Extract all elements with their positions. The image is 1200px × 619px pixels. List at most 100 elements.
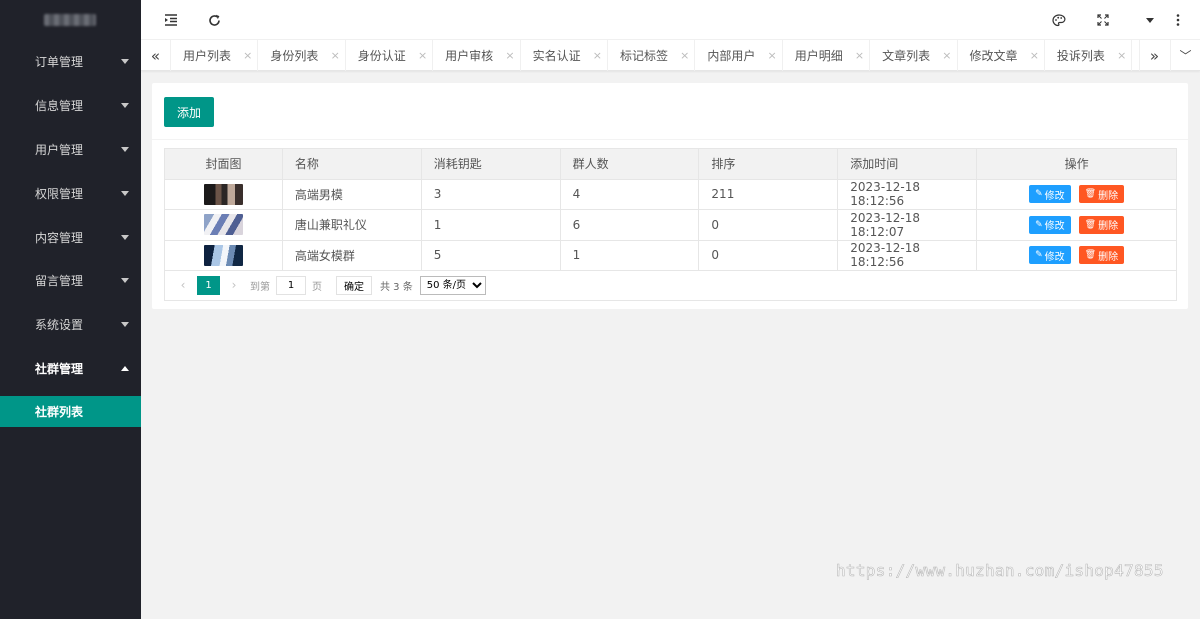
tab-bar: « 用户列表 × 身份列表 × 身份认证 × 用户审核 × 实名认证 × 标记标签 × 内部… <box>141 40 1200 71</box>
tab-label: 用户明细 <box>794 49 843 63</box>
close-icon[interactable]: × <box>942 49 951 62</box>
sidebar-item-community[interactable]: 社群管理 <box>0 347 141 391</box>
tab-next-icon[interactable]: » <box>1139 40 1169 71</box>
tab-user-list[interactable]: 用户列表 × <box>171 40 259 71</box>
cover-image[interactable] <box>203 244 243 266</box>
cover-image[interactable] <box>203 183 243 205</box>
goto-page-input[interactable] <box>276 275 306 295</box>
tab-realname-auth[interactable]: 实名认证 × <box>521 40 608 71</box>
edit-icon: ✎ <box>1035 250 1043 261</box>
tab-complaint-list[interactable]: 投诉列表 × <box>1045 40 1133 71</box>
sort-cell: 211 <box>698 178 839 210</box>
sidebar-subitem-community-list[interactable]: 社群列表 <box>0 396 141 428</box>
sort-cell: 0 <box>698 239 839 271</box>
members-cell: 6 <box>559 209 700 241</box>
keys-cell: 3 <box>420 178 561 210</box>
chevron-down-icon <box>121 278 129 284</box>
card-header: 添加 <box>152 83 1188 140</box>
column-header-actions[interactable]: 操作 <box>976 148 1177 180</box>
sidebar-subitem-label: 社群列表 <box>35 405 84 420</box>
cover-image[interactable] <box>203 214 243 236</box>
time-cell: 2023-12-18 18:12:56 <box>837 239 978 271</box>
tab-list: 用户列表 × 身份列表 × 身份认证 × 用户审核 × 实名认证 × 标记标签 × 内部用户… <box>171 40 1133 71</box>
time-cell: 2023-12-18 18:12:56 <box>837 178 978 210</box>
sidebar-item-messages[interactable]: 留言管理 <box>0 259 141 303</box>
actions-cell: ✎ 修改 🗑 删除 <box>976 209 1177 241</box>
tab-identity-auth[interactable]: 身份认证 × <box>346 40 434 71</box>
tab-article-list[interactable]: 文章列表 × <box>870 40 958 71</box>
tab-identity-list[interactable]: 身份列表 × <box>258 40 346 71</box>
chevron-down-icon <box>121 322 129 328</box>
sidebar-item-settings[interactable]: 系统设置 <box>0 303 141 347</box>
close-icon[interactable]: × <box>1030 49 1039 62</box>
close-icon[interactable]: × <box>418 49 427 62</box>
tab-internal-users[interactable]: 内部用户 × <box>695 40 783 71</box>
close-icon[interactable]: × <box>680 49 689 62</box>
sidebar-item-label: 留言管理 <box>35 274 84 289</box>
page-size-select[interactable]: 50 条/页 <box>419 275 486 295</box>
theme-icon[interactable] <box>1049 10 1069 30</box>
content-card: 添加 封面图 名称 消耗钥匙 群人数 排序 添加时间 操作 高端男模 3 4 2… <box>152 83 1188 309</box>
table-header-row: 封面图 名称 消耗钥匙 群人数 排序 添加时间 操作 <box>164 148 1177 180</box>
edit-icon: ✎ <box>1035 219 1043 230</box>
column-header-members[interactable]: 群人数 <box>559 148 700 180</box>
delete-label: 删除 <box>1098 221 1119 233</box>
edit-button[interactable]: ✎ 修改 <box>1029 246 1071 265</box>
edit-button[interactable]: ✎ 修改 <box>1029 215 1071 234</box>
actions-cell: ✎ 修改 🗑 删除 <box>976 239 1177 271</box>
menu-fold-icon[interactable] <box>161 10 181 30</box>
cover-cell <box>164 239 283 271</box>
tab-label: 文章列表 <box>882 49 931 63</box>
close-icon[interactable]: × <box>768 49 777 62</box>
refresh-icon[interactable] <box>204 10 224 30</box>
table-row: 唐山兼职礼仪 1 6 0 2023-12-18 18:12:07 ✎ 修改 🗑 删除 <box>164 209 1177 241</box>
dropdown-icon[interactable] <box>1140 10 1160 30</box>
tab-user-details[interactable]: 用户明细 × <box>783 40 871 71</box>
column-header-time[interactable]: 添加时间 <box>837 148 978 180</box>
close-icon[interactable]: × <box>505 49 514 62</box>
sidebar-item-label: 权限管理 <box>35 186 84 201</box>
add-button[interactable]: 添加 <box>164 97 214 127</box>
sidebar: 订单管理 信息管理 用户管理 权限管理 内容管理 留言管理 系统设置 社群管理 … <box>0 0 141 619</box>
fullscreen-icon[interactable] <box>1093 10 1113 30</box>
tab-tags[interactable]: 标记标签 × <box>608 40 696 71</box>
column-header-keys[interactable]: 消耗钥匙 <box>420 148 561 180</box>
column-header-name[interactable]: 名称 <box>281 148 422 180</box>
close-icon[interactable]: × <box>331 49 340 62</box>
delete-button[interactable]: 🗑 删除 <box>1078 215 1125 234</box>
column-header-sort[interactable]: 排序 <box>698 148 839 180</box>
tab-expand-icon[interactable]: ﹀ <box>1170 40 1200 71</box>
more-icon[interactable] <box>1168 10 1188 30</box>
tab-label: 实名认证 <box>532 49 581 63</box>
tab-label: 修改文章 <box>969 49 1018 63</box>
delete-button[interactable]: 🗑 删除 <box>1078 185 1125 204</box>
close-icon[interactable]: × <box>243 49 252 62</box>
close-icon[interactable]: × <box>855 49 864 62</box>
sidebar-item-info[interactable]: 信息管理 <box>0 84 141 128</box>
sidebar-item-orders[interactable]: 订单管理 <box>0 40 141 84</box>
tab-label: 用户列表 <box>183 49 232 63</box>
tab-label: 身份认证 <box>357 49 406 63</box>
table-row: 高端女模群 5 1 0 2023-12-18 18:12:56 ✎ 修改 🗑 删除 <box>164 239 1177 271</box>
sidebar-item-users[interactable]: 用户管理 <box>0 128 141 172</box>
sidebar-item-permissions[interactable]: 权限管理 <box>0 171 141 215</box>
close-icon[interactable]: × <box>593 49 602 62</box>
prev-page-icon[interactable]: ‹ <box>173 278 193 292</box>
keys-cell: 1 <box>420 209 561 241</box>
next-page-icon[interactable]: › <box>224 278 244 292</box>
watermark: https://www.huzhan.com/ishop47855 <box>836 561 1164 581</box>
sidebar-item-label: 系统设置 <box>35 318 84 333</box>
confirm-button[interactable]: 确定 <box>336 275 372 295</box>
edit-button[interactable]: ✎ 修改 <box>1029 185 1071 204</box>
tab-prev-icon[interactable]: « <box>141 40 171 71</box>
page-button-current[interactable]: 1 <box>197 275 220 295</box>
column-header-cover[interactable]: 封面图 <box>164 148 283 180</box>
trash-icon: 🗑 <box>1084 250 1097 261</box>
sidebar-item-content[interactable]: 内容管理 <box>0 215 141 259</box>
delete-button[interactable]: 🗑 删除 <box>1078 246 1125 265</box>
tab-user-review[interactable]: 用户审核 × <box>433 40 521 71</box>
delete-label: 删除 <box>1098 190 1119 202</box>
tab-edit-article[interactable]: 修改文章 × <box>958 40 1045 71</box>
trash-icon: 🗑 <box>1084 189 1097 200</box>
close-icon[interactable]: × <box>1117 49 1126 62</box>
